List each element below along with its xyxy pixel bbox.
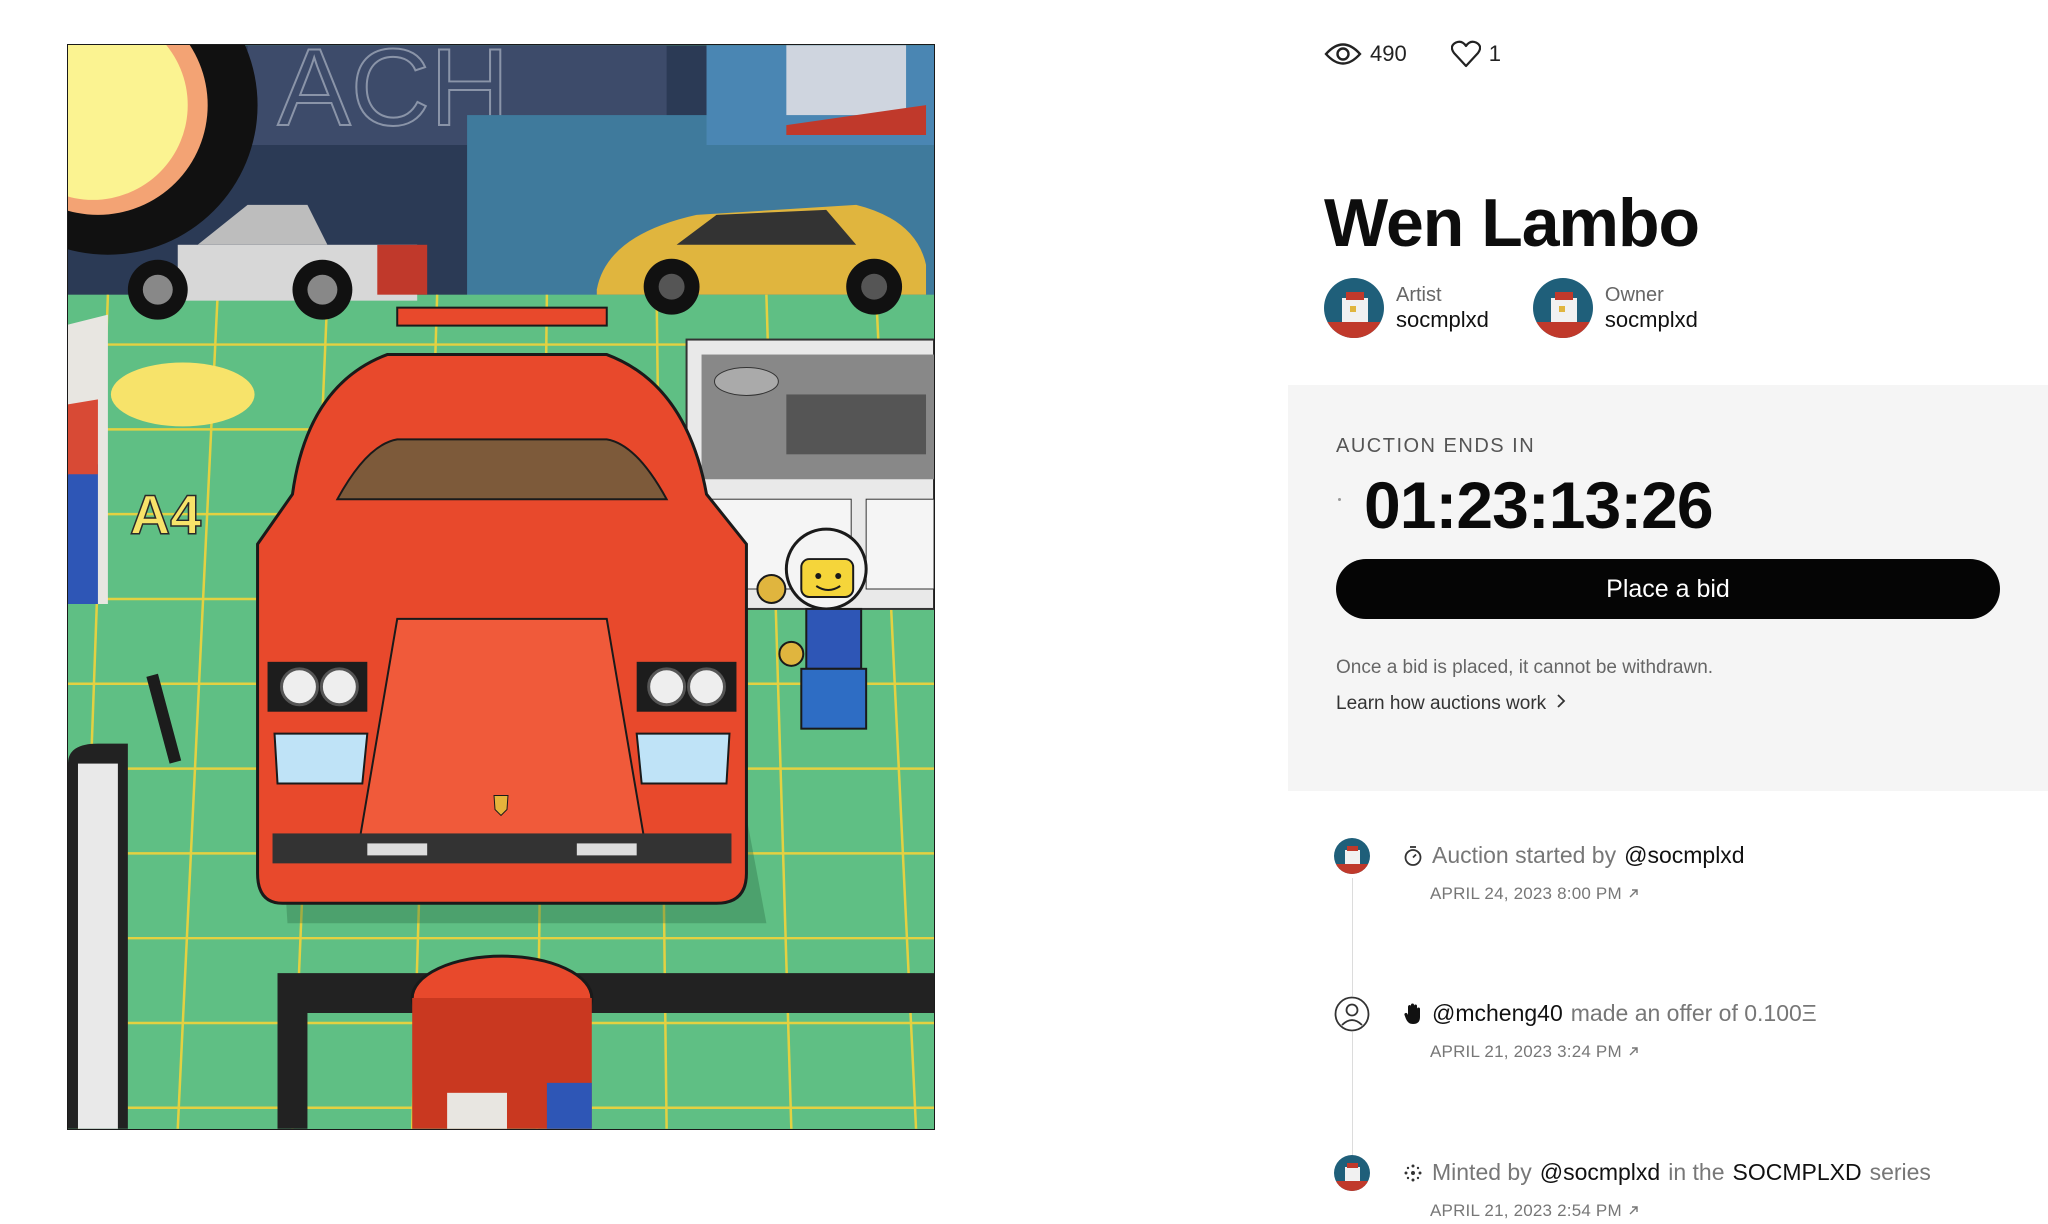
people-row: Artist socmplxd Owner socmplxd [1324,278,1698,338]
artwork-image: ACH A4 [67,44,935,1130]
avatar[interactable] [1334,996,1370,1032]
event-text: series [1869,1159,1931,1185]
owner-role-label: Owner [1604,283,1664,306]
stopwatch-icon [1402,845,1424,867]
avatar[interactable] [1334,1155,1370,1191]
avatar [1532,278,1593,338]
series-link[interactable]: SOCMPLXD [1732,1159,1861,1186]
learn-auctions-link[interactable]: Learn how auctions work [1336,693,1566,715]
sparkle-icon [1402,1162,1424,1184]
event-text: made an offer of 0.100Ξ [1570,1000,1817,1026]
views-count: 490 [1370,41,1407,66]
event-date: APRIL 21, 2023 2:54 PM [1430,1201,1622,1220]
auction-ends-label: AUCTION ENDS IN [1336,435,1536,457]
status-dot [1338,498,1341,501]
owner-name: socmplxd [1604,306,1698,332]
event-date-link[interactable]: APRIL 24, 2023 8:00 PM [1430,884,1639,904]
place-bid-button[interactable]: Place a bid [1336,559,2000,619]
event-text: Auction started by [1432,842,1617,868]
hand-icon [1402,1003,1424,1025]
eye-icon [1324,41,1362,67]
external-link-icon [1628,884,1639,904]
heart-icon [1450,40,1481,68]
stats-bar: 490 1 [1324,40,1501,68]
bid-warning-text: Once a bid is placed, it cannot be withd… [1336,657,1714,678]
external-link-icon [1628,1042,1639,1062]
user-link[interactable]: @socmplxd [1540,1159,1661,1186]
likes-count: 1 [1488,41,1501,66]
artist-name: socmplxd [1396,306,1489,332]
likes-stat[interactable]: 1 [1450,40,1501,68]
event-date: APRIL 24, 2023 8:00 PM [1430,884,1622,903]
floor-tile-label: A4 [130,483,201,546]
avatar[interactable] [1334,838,1370,874]
event-date-link[interactable]: APRIL 21, 2023 3:24 PM [1430,1042,1639,1062]
learn-link-label: Learn how auctions work [1336,693,1547,714]
external-link-icon [1628,1201,1639,1221]
artwork-title: Wen Lambo [1324,185,1700,261]
artist-profile[interactable]: Artist socmplxd [1324,278,1489,338]
event-text: in the [1668,1159,1725,1185]
user-link[interactable]: @socmplxd [1624,842,1745,869]
event-text: Minted by [1432,1159,1532,1185]
avatar [1324,278,1384,338]
event-date-link[interactable]: APRIL 21, 2023 2:54 PM [1430,1201,1639,1221]
owner-profile[interactable]: Owner socmplxd [1532,278,1698,338]
event-date: APRIL 21, 2023 3:24 PM [1430,1042,1622,1061]
user-link[interactable]: @mcheng40 [1432,1000,1563,1027]
auction-countdown: 01:23:13:26 [1364,468,1714,542]
views-stat[interactable]: 490 [1324,41,1407,67]
auction-panel: AUCTION ENDS IN 01:23:13:26 Place a bid … [1288,385,2048,791]
artist-role-label: Artist [1396,283,1442,306]
chevron-right-icon [1556,693,1566,715]
